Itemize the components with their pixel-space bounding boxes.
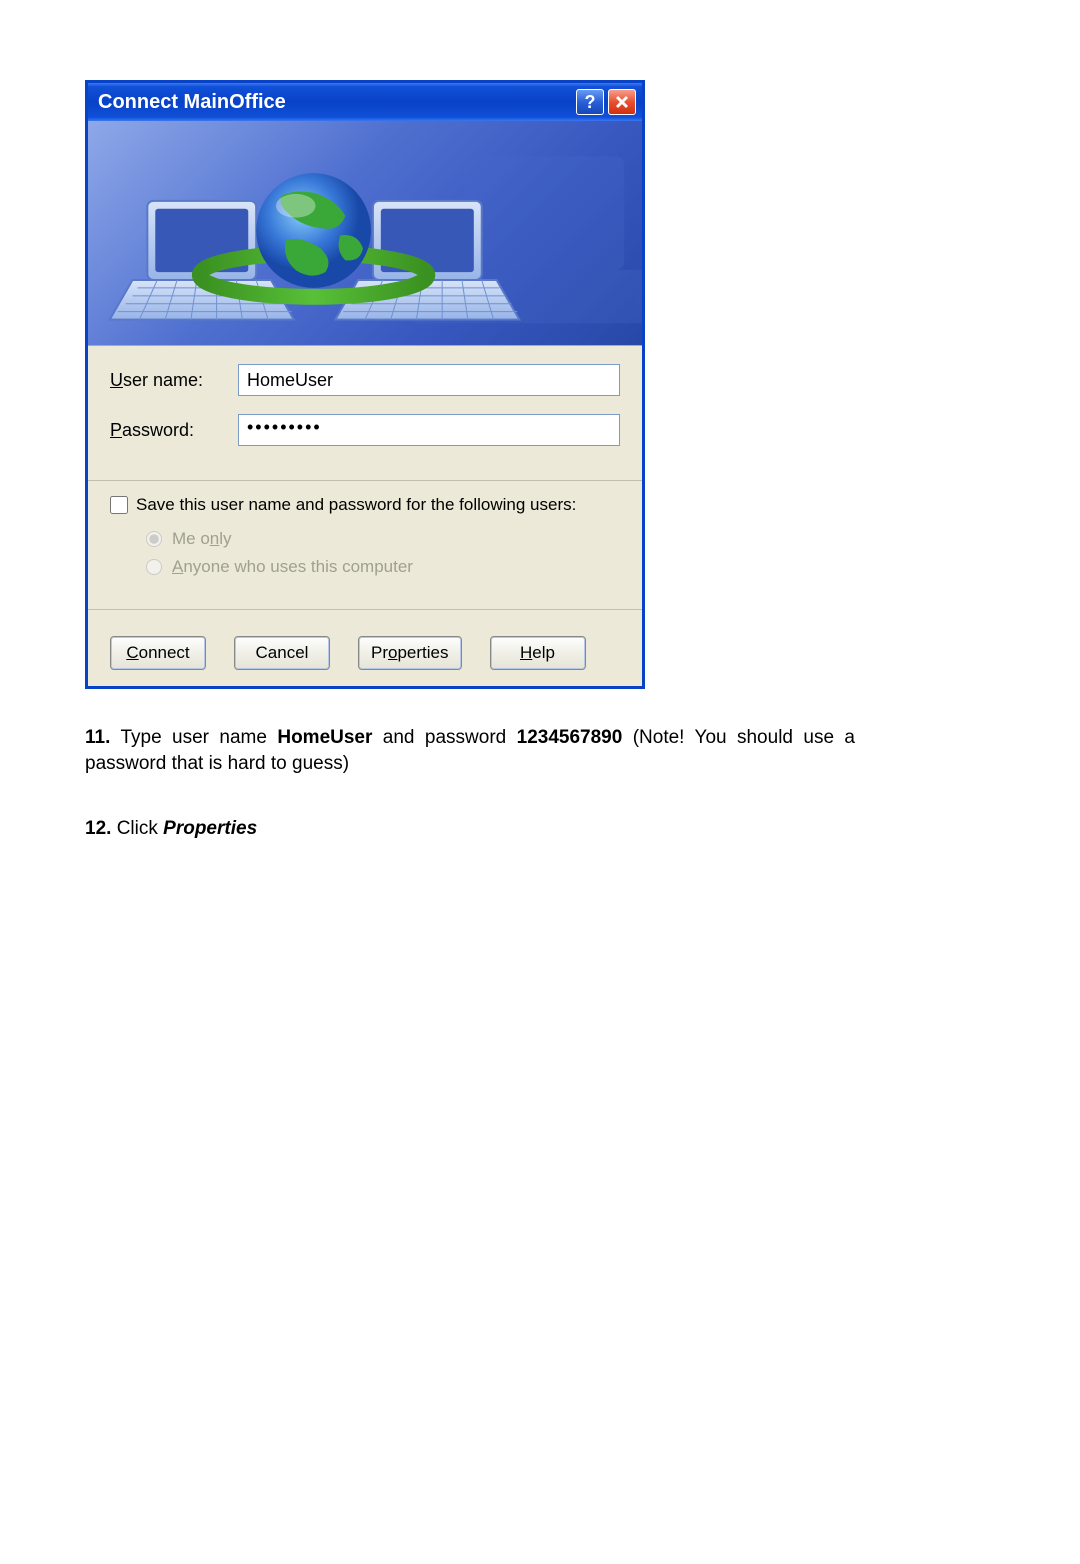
save-checkbox-label: Save this user name and password for the…	[136, 495, 576, 515]
password-input[interactable]: •••••••••	[238, 414, 620, 446]
help-icon[interactable]: ?	[576, 89, 604, 115]
save-checkbox-row: Save this user name and password for the…	[110, 495, 620, 515]
divider	[88, 480, 642, 481]
connect-dialog: Connect MainOffice ?	[85, 80, 645, 689]
username-label: User name:	[110, 370, 238, 391]
step-12: 12. Click Properties	[85, 816, 855, 842]
form-area: User name: Password: •••••••••	[88, 346, 642, 474]
instructions: 11. Type user name HomeUser and password…	[85, 725, 855, 842]
save-section: Save this user name and password for the…	[88, 495, 642, 603]
cancel-button[interactable]: Cancel	[234, 636, 330, 670]
window-title: Connect MainOffice	[98, 91, 286, 114]
banner-image	[88, 121, 642, 346]
radio-me-only-input[interactable]	[146, 531, 162, 547]
radio-group: Me only Anyone who uses this computer	[110, 529, 620, 577]
username-row: User name:	[110, 364, 620, 396]
help-button[interactable]: Help	[490, 636, 586, 670]
step-11: 11. Type user name HomeUser and password…	[85, 725, 855, 776]
password-label: Password:	[110, 420, 238, 441]
radio-me-only: Me only	[146, 529, 620, 549]
save-checkbox[interactable]	[110, 496, 128, 514]
radio-anyone-label: Anyone who uses this computer	[172, 557, 413, 577]
divider	[88, 609, 642, 610]
properties-button[interactable]: Properties	[358, 636, 462, 670]
titlebar: Connect MainOffice ?	[88, 83, 642, 121]
button-row: Connect Cancel Properties Help	[88, 624, 642, 686]
radio-anyone: Anyone who uses this computer	[146, 557, 620, 577]
radio-me-only-label: Me only	[172, 529, 232, 549]
radio-anyone-input[interactable]	[146, 559, 162, 575]
connect-button[interactable]: Connect	[110, 636, 206, 670]
password-row: Password: •••••••••	[110, 414, 620, 446]
titlebar-buttons: ?	[576, 89, 636, 115]
close-icon[interactable]	[608, 89, 636, 115]
username-input[interactable]	[238, 364, 620, 396]
